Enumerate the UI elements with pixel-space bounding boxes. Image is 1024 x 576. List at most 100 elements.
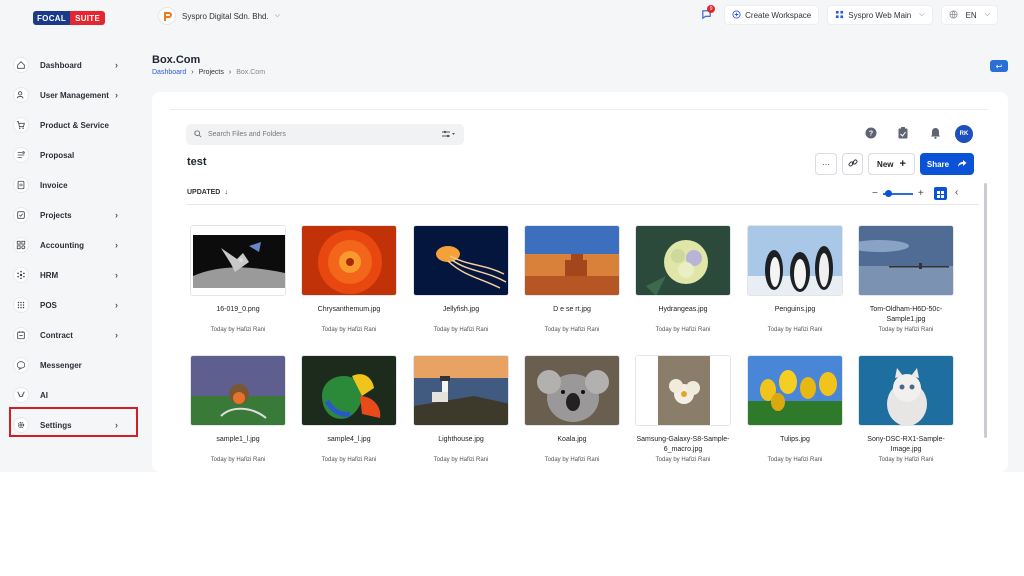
file-thumbnail[interactable] — [747, 225, 843, 296]
proposal-icon — [13, 147, 29, 163]
sidebar-item-contract[interactable]: Contract › — [0, 320, 150, 350]
file-thumbnail[interactable] — [301, 225, 397, 296]
sidebar-item-messenger[interactable]: Messenger — [0, 350, 150, 380]
file-tile[interactable]: sample1_l.jpg Today by Hafizi Rani — [190, 355, 286, 463]
file-tile[interactable]: Samsung-Galaxy-S8-Sample-6_macro.jpg Toda… — [635, 355, 731, 463]
search-bar[interactable]: Search Files and Folders — [186, 124, 464, 145]
file-thumbnail[interactable] — [413, 355, 509, 426]
file-name[interactable]: Koala.jpg — [524, 435, 620, 455]
sidebar-item-dashboard[interactable]: Dashboard › — [0, 50, 150, 80]
file-name[interactable]: Jellyfish.jpg — [413, 305, 509, 325]
back-button[interactable]: ↩ — [990, 60, 1008, 72]
new-button[interactable]: New + — [868, 153, 915, 175]
file-tile[interactable]: Jellyfish.jpg Today by Hafizi Rani — [413, 225, 509, 333]
file-thumbnail[interactable] — [524, 225, 620, 296]
sidebar-item-label: Contract — [40, 330, 73, 340]
file-tile[interactable]: Tom-Oldham-H6D-50c-Sample1.jpg Today by H… — [858, 225, 954, 333]
file-thumbnail[interactable] — [858, 225, 954, 296]
zoom-out-button[interactable]: − — [872, 188, 878, 199]
chevron-right-icon: › — [115, 60, 118, 70]
file-thumbnail[interactable] — [301, 355, 397, 426]
brand-logo[interactable]: FOCAL SUITE — [33, 11, 106, 25]
page-title: Box.Com — [152, 54, 201, 66]
share-button[interactable]: Share — [920, 153, 974, 175]
file-tile[interactable]: Sony-DSC-RX1-Sample-Image.jpg Today by Ha… — [858, 355, 954, 463]
workspace-switcher[interactable]: Syspro Web Main ⌵ — [827, 5, 933, 25]
sidebar-item-pos[interactable]: POS › — [0, 290, 150, 320]
zoom-slider[interactable] — [882, 189, 913, 197]
chevron-right-icon: › — [115, 210, 118, 220]
chevron-down-icon: ⌵ — [274, 12, 281, 19]
file-name[interactable]: Sony-DSC-RX1-Sample-Image.jpg — [858, 435, 954, 455]
notification-button[interactable]: 9 — [696, 5, 716, 25]
file-name[interactable]: D e se rt.jpg — [524, 305, 620, 325]
file-thumbnail[interactable] — [524, 355, 620, 426]
sidebar-item-projects[interactable]: Projects › — [0, 200, 150, 230]
zoom-slider-handle[interactable] — [884, 189, 892, 197]
scrollbar[interactable] — [984, 183, 987, 438]
breadcrumb-separator: › — [191, 69, 194, 76]
file-tile[interactable]: Koala.jpg Today by Hafizi Rani — [524, 355, 620, 463]
file-name[interactable]: Hydrangeas.jpg — [635, 305, 731, 325]
file-name[interactable]: Samsung-Galaxy-S8-Sample-6_macro.jpg — [635, 435, 731, 455]
breadcrumb-projects[interactable]: Projects — [199, 69, 224, 76]
chevron-right-icon: › — [115, 300, 118, 310]
file-name[interactable]: 16-019_0.png — [190, 305, 286, 325]
file-tile[interactable]: sample4_l.jpg Today by Hafizi Rani — [301, 355, 397, 463]
sidebar-item-hrm[interactable]: HRM › — [0, 260, 150, 290]
bell-icon[interactable] — [928, 126, 942, 140]
file-meta: Today by Hafizi Rani — [878, 327, 934, 333]
collapse-panel-button[interactable]: ‹ — [955, 187, 958, 198]
sidebar: Dashboard › User Management › Product & Serv… — [0, 50, 150, 440]
sidebar-item-invoice[interactable]: Invoice — [0, 170, 150, 200]
breadcrumb-dashboard[interactable]: Dashboard — [152, 69, 186, 76]
tasks-icon[interactable] — [896, 126, 910, 140]
file-thumbnail[interactable] — [635, 225, 731, 296]
sidebar-item-accounting[interactable]: Accounting › — [0, 230, 150, 260]
create-workspace-button[interactable]: Create Workspace — [724, 5, 820, 25]
file-thumbnail[interactable] — [635, 355, 731, 426]
top-actions: 9 Create Workspace Syspro Web Main ⌵ EN … — [696, 5, 998, 25]
file-name[interactable]: Chrysanthemum.jpg — [301, 305, 397, 325]
sort-updated-button[interactable]: UPDATED ↓ — [187, 189, 228, 196]
language-switcher[interactable]: EN ⌵ — [940, 5, 998, 25]
file-thumbnail[interactable] — [858, 355, 954, 426]
file-tile[interactable]: 16-019_0.png Today by Hafizi Rani — [190, 225, 286, 333]
file-thumbnail[interactable] — [747, 355, 843, 426]
avatar[interactable]: RK — [955, 125, 973, 143]
file-meta: Today by Hafizi Rani — [321, 327, 377, 333]
sidebar-item-product-service[interactable]: Product & Service — [0, 110, 150, 140]
file-tile[interactable]: D e se rt.jpg Today by Hafizi Rani — [524, 225, 620, 333]
file-name[interactable]: Penguins.jpg — [747, 305, 843, 325]
file-thumbnail[interactable] — [190, 225, 286, 296]
file-tile[interactable]: Tulips.jpg Today by Hafizi Rani — [747, 355, 843, 463]
company-switcher[interactable]: Syspro Digital Sdn. Bhd. ⌵ — [158, 6, 280, 26]
search-input[interactable]: Search Files and Folders — [208, 131, 286, 138]
sidebar-item-user-management[interactable]: User Management › — [0, 80, 150, 110]
copy-link-button[interactable] — [842, 153, 863, 175]
file-meta: Today by Hafizi Rani — [544, 327, 600, 333]
sidebar-item-ai[interactable]: AI — [0, 380, 150, 410]
file-name[interactable]: Tulips.jpg — [747, 435, 843, 455]
back-arrow-icon: ↩ — [995, 61, 1003, 71]
more-options-button[interactable]: ··· — [815, 153, 837, 175]
file-tile[interactable]: Chrysanthemum.jpg Today by Hafizi Rani — [301, 225, 397, 333]
file-name[interactable]: Tom-Oldham-H6D-50c-Sample1.jpg — [858, 305, 954, 325]
file-thumbnail[interactable] — [413, 225, 509, 296]
file-tile[interactable]: Hydrangeas.jpg Today by Hafizi Rani — [635, 225, 731, 333]
file-tile[interactable]: Lighthouse.jpg Today by Hafizi Rani — [413, 355, 509, 463]
filter-icon[interactable] — [442, 130, 456, 140]
grid-view-button[interactable] — [934, 187, 947, 200]
sidebar-item-proposal[interactable]: Proposal — [0, 140, 150, 170]
file-name[interactable]: sample4_l.jpg — [301, 435, 397, 455]
file-tile[interactable]: Penguins.jpg Today by Hafizi Rani — [747, 225, 843, 333]
search-icon — [194, 129, 202, 140]
zoom-in-button[interactable]: + — [918, 188, 924, 199]
link-icon — [848, 158, 858, 170]
file-name[interactable]: Lighthouse.jpg — [413, 435, 509, 455]
file-name[interactable]: sample1_l.jpg — [190, 435, 286, 455]
file-thumbnail[interactable] — [190, 355, 286, 426]
breadcrumb: Dashboard › Projects › Box.Com — [152, 69, 265, 76]
notification-count-badge: 9 — [707, 5, 716, 13]
help-icon[interactable]: ? — [864, 126, 878, 140]
